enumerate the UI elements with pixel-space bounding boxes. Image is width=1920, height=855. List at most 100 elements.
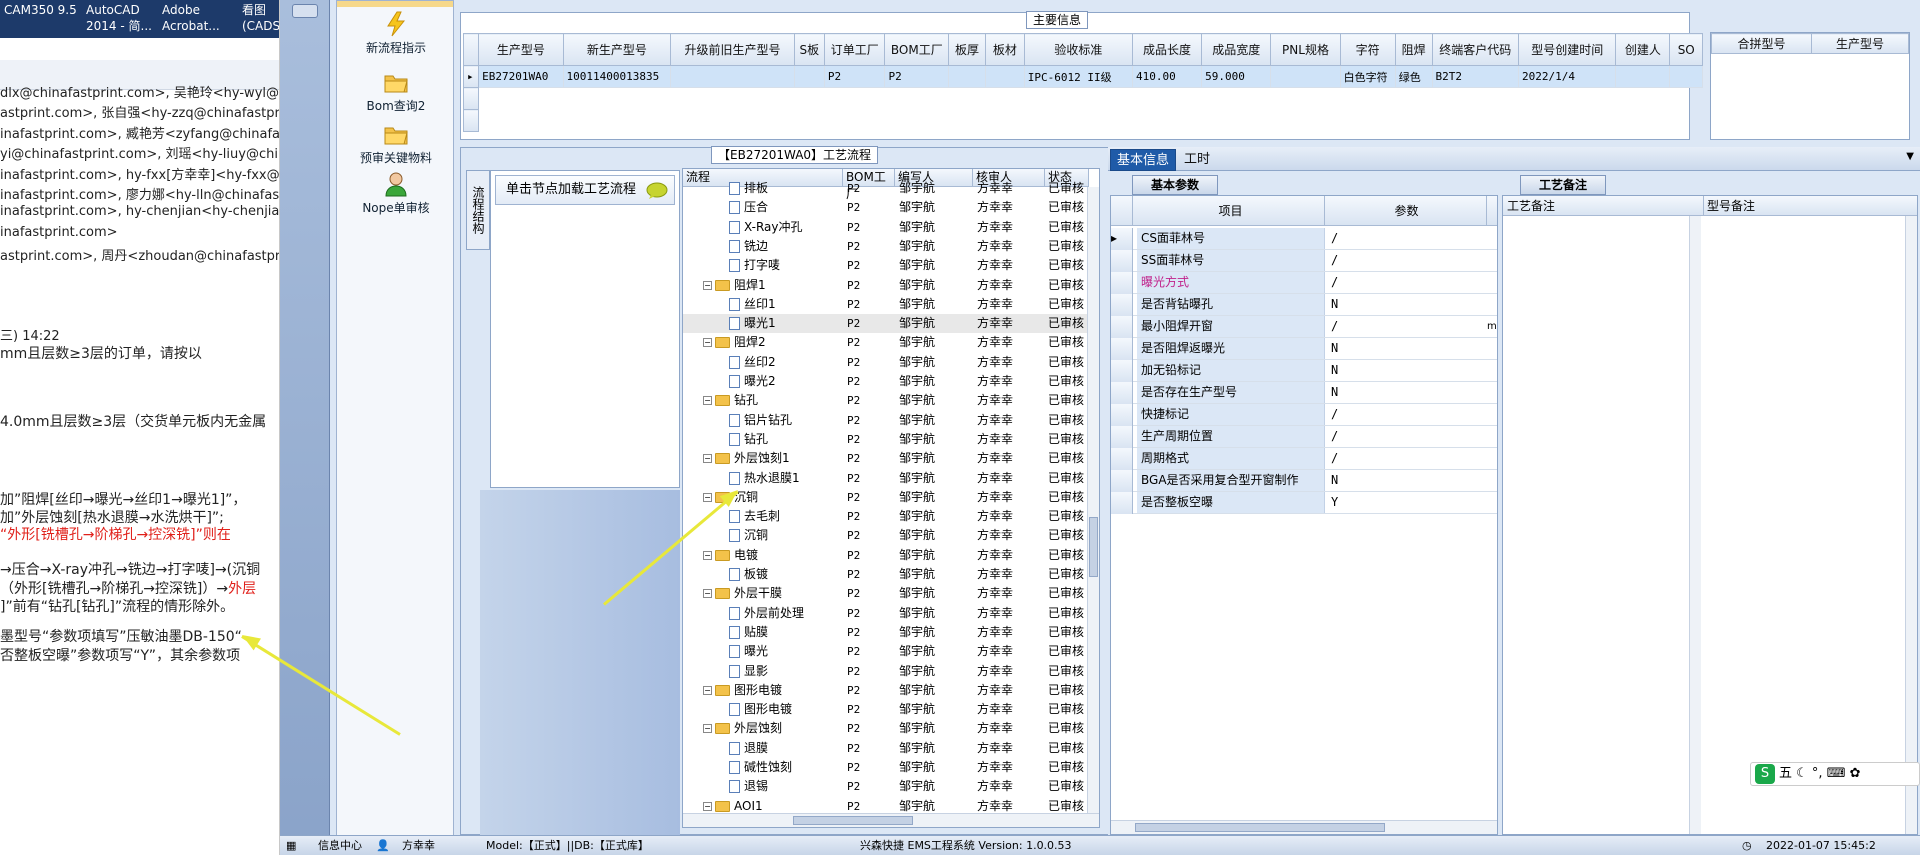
tree-row[interactable]: 丝印1 P2 邹宇航 方幸幸 已审核	[683, 295, 1099, 314]
tree-row[interactable]: 去毛刺 P2 邹宇航 方幸幸 已审核	[683, 507, 1099, 526]
tree-row[interactable]: − 钻孔 P2 邹宇航 方幸幸 已审核	[683, 391, 1099, 410]
params-horizontal-scrollbar[interactable]	[1111, 820, 1497, 834]
param-row[interactable]: 是否整板空曝 Y	[1111, 492, 1497, 514]
param-row[interactable]: 曝光方式 /	[1111, 272, 1497, 294]
tree-vertical-scrollbar[interactable]	[1087, 187, 1099, 813]
tree-node[interactable]: − 阻焊1	[703, 276, 766, 295]
tree-node[interactable]: 外层前处理	[729, 604, 804, 623]
tree-row[interactable]: 排板 P2 邹宇航 方幸幸 已审核	[683, 179, 1099, 198]
param-row[interactable]: 最小阻焊开窗/mil	[1111, 316, 1497, 338]
tree-node[interactable]: − 钻孔	[703, 391, 758, 410]
tab-basic-info[interactable]: 基本信息	[1110, 149, 1177, 171]
tree-node[interactable]: 铝片钻孔	[729, 411, 792, 430]
collapse-toggle-icon[interactable]: −	[703, 589, 712, 599]
tree-row[interactable]: X-Ray冲孔 P2 邹宇航 方幸幸 已审核	[683, 218, 1099, 237]
tree-row[interactable]: 图形电镀 P2 邹宇航 方幸幸 已审核	[683, 700, 1099, 719]
table-cell[interactable]	[793, 65, 825, 88]
tree-node[interactable]: 退膜	[729, 739, 768, 758]
scroll-thumb[interactable]	[1135, 823, 1385, 832]
tree-node[interactable]: 曝光1	[729, 314, 776, 333]
collapse-toggle-icon[interactable]: −	[703, 685, 712, 695]
taskbar-item-acrobat[interactable]: Adobe Acrobat...	[162, 2, 220, 34]
process-remarks-tab[interactable]: 工艺备注	[1520, 175, 1606, 195]
col-model-remark[interactable]: 型号备注	[1707, 196, 1755, 216]
tree-row[interactable]: − 电镀 P2 邹宇航 方幸幸 已审核	[683, 546, 1099, 565]
col-header[interactable]: 阻焊	[1394, 33, 1433, 66]
col-header[interactable]: 型号创建时间	[1518, 33, 1617, 66]
tree-node[interactable]: 打字唛	[729, 256, 780, 275]
tool-bom-query[interactable]: Bom查询2	[337, 69, 455, 114]
col-header[interactable]: BOM工厂	[884, 33, 950, 66]
param-row[interactable]: ▸ CS面菲林号 /	[1111, 228, 1497, 250]
tree-row[interactable]: 退膜 P2 邹宇航 方幸幸 已审核	[683, 739, 1099, 758]
tree-row[interactable]: − 外层蚀刻1 P2 邹宇航 方幸幸 已审核	[683, 449, 1099, 468]
tool-nope-review[interactable]: Nope单审核	[337, 171, 455, 216]
tree-node[interactable]: − 阻焊2	[703, 333, 766, 352]
ime-toolbar[interactable]: S五 ☾ °, ⌨ ✿	[1750, 762, 1920, 786]
status-info-center[interactable]: 信息中心	[318, 836, 362, 855]
param-row[interactable]: 是否阻焊返曝光 N	[1111, 338, 1497, 360]
collapse-toggle-icon[interactable]: −	[703, 280, 712, 290]
table-cell[interactable]	[1270, 65, 1341, 88]
tree-node[interactable]: 碱性蚀刻	[729, 758, 792, 777]
collapse-toggle-icon[interactable]: −	[703, 454, 712, 464]
param-value[interactable]: /	[1327, 316, 1485, 337]
tree-node[interactable]: − 图形电镀	[703, 681, 782, 700]
tree-node[interactable]: 丝印2	[729, 353, 776, 372]
col-header[interactable]: 字符	[1339, 33, 1396, 66]
tree-node[interactable]: 去毛刺	[729, 507, 780, 526]
tree-node[interactable]: − 电镀	[703, 546, 758, 565]
tree-row[interactable]: − 外层干膜 P2 邹宇航 方幸幸 已审核	[683, 584, 1099, 603]
tool-new-process[interactable]: 新流程指示	[337, 11, 455, 56]
col-process-remark[interactable]: 工艺备注	[1507, 196, 1555, 216]
scroll-thumb[interactable]	[793, 816, 913, 825]
param-value[interactable]: N	[1327, 470, 1485, 491]
tree-node[interactable]: 显影	[729, 662, 768, 681]
param-value[interactable]: N	[1327, 338, 1485, 359]
taskbar-item-viewer[interactable]: 看图 (CADS	[242, 2, 279, 34]
tree-row[interactable]: 板镀 P2 邹宇航 方幸幸 已审核	[683, 565, 1099, 584]
param-value[interactable]: /	[1327, 426, 1485, 447]
tab-work-hours[interactable]: 工时	[1178, 149, 1216, 171]
tree-horizontal-scrollbar[interactable]	[683, 813, 1099, 827]
param-row[interactable]: 生产周期位置 /	[1111, 426, 1497, 448]
rail-button-icon[interactable]	[292, 4, 318, 18]
tree-node[interactable]: 丝印1	[729, 295, 776, 314]
col-header[interactable]: 成品长度	[1131, 33, 1203, 66]
col-header[interactable]: 板材	[984, 33, 1025, 66]
tree-row[interactable]: 钻孔 P2 邹宇航 方幸幸 已审核	[683, 430, 1099, 449]
param-value[interactable]: /	[1327, 272, 1485, 293]
tree-row[interactable]: 铣边 P2 邹宇航 方幸幸 已审核	[683, 237, 1099, 256]
col-header[interactable]: 创建人	[1615, 33, 1671, 66]
tree-row[interactable]: 曝光 P2 邹宇航 方幸幸 已审核	[683, 642, 1099, 661]
tree-node[interactable]: − 外层蚀刻1	[703, 449, 790, 468]
table-cell[interactable]: 白色字符	[1339, 65, 1396, 88]
table-cell[interactable]: 10011400013835	[562, 65, 672, 88]
param-value[interactable]: /	[1327, 228, 1485, 249]
table-cell[interactable]: EB27201WA0	[478, 65, 564, 88]
tree-node[interactable]: 压合	[729, 198, 768, 217]
param-row[interactable]: SS面菲林号 /	[1111, 250, 1497, 272]
col-merge-model[interactable]: 合拼型号	[1711, 33, 1812, 54]
col-header[interactable]: 终端客户代码	[1431, 33, 1520, 66]
tree-node[interactable]: 贴膜	[729, 623, 768, 642]
chevron-down-icon[interactable]: ▼	[1906, 151, 1914, 162]
tree-row[interactable]: 退锡 P2 邹宇航 方幸幸 已审核	[683, 777, 1099, 796]
scroll-thumb[interactable]	[1089, 517, 1098, 577]
param-value[interactable]: /	[1327, 448, 1485, 469]
col-production-model[interactable]: 生产型号	[1811, 33, 1909, 54]
tree-node[interactable]: − 外层蚀刻	[703, 719, 782, 738]
tool-prereview-materials[interactable]: 预审关键物料	[337, 121, 455, 166]
model-remark-scrollbar[interactable]	[1905, 216, 1917, 834]
tree-row[interactable]: 碱性蚀刻 P2 邹宇航 方幸幸 已审核	[683, 758, 1099, 777]
col-header[interactable]: 成品宽度	[1201, 33, 1272, 66]
tree-node[interactable]: − 外层干膜	[703, 584, 782, 603]
col-header[interactable]: S板	[793, 33, 825, 66]
param-row[interactable]: 加无铅标记 N	[1111, 360, 1497, 382]
col-header[interactable]: PNL规格	[1270, 33, 1341, 66]
table-cell[interactable]: 410.00	[1131, 65, 1203, 88]
taskbar-item-autocad[interactable]: AutoCAD 2014 - 简...	[86, 2, 152, 34]
tree-row[interactable]: 丝印2 P2 邹宇航 方幸幸 已审核	[683, 353, 1099, 372]
collapse-toggle-icon[interactable]: −	[703, 724, 712, 734]
param-value[interactable]: Y	[1327, 492, 1485, 513]
